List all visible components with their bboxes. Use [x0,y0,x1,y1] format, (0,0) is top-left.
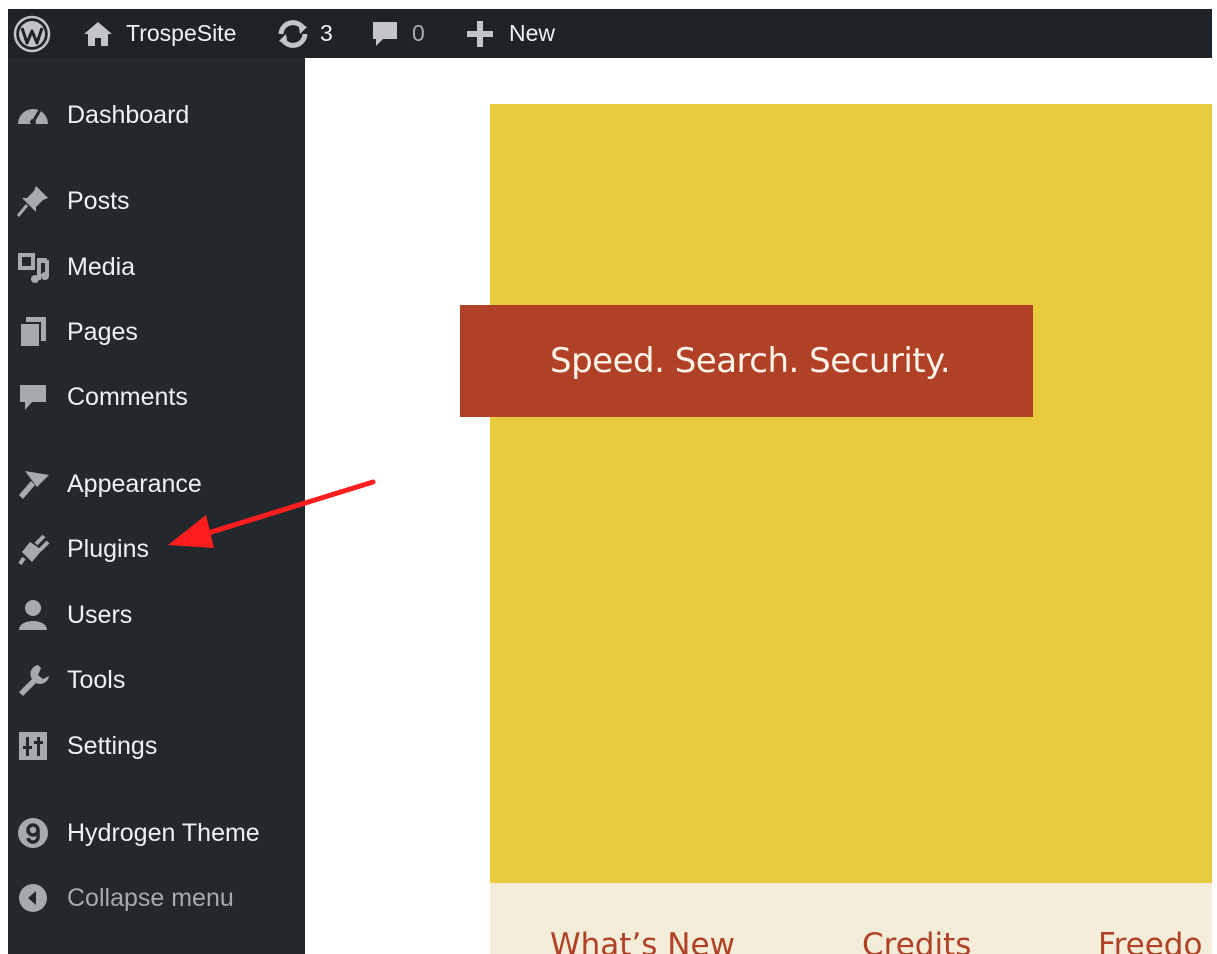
wordpress-logo-icon [13,15,51,52]
sidebar-item-label: Plugins [67,534,149,563]
tab-credits[interactable]: Credits [862,927,971,954]
sidebar-item-comments[interactable]: Comments [8,372,305,422]
sidebar-item-plugins[interactable]: Plugins [8,524,305,574]
sidebar-item-label: Appearance [67,469,202,498]
about-hero-panel [490,104,1212,883]
sidebar-item-label: Hydrogen Theme [67,818,260,847]
about-tabs: What’s New Credits Freedo [490,883,1212,954]
sidebar-item-label: Comments [67,382,188,411]
screenshot-frame-top [0,0,1217,9]
sidebar-item-label: Settings [67,731,158,760]
collapse-menu-button[interactable]: Collapse menu [8,873,305,923]
tab-whats-new[interactable]: What’s New [550,927,735,954]
sidebar-item-label: Posts [67,186,130,215]
new-content-link[interactable]: New [465,9,555,58]
site-name: TrospeSite [126,20,237,46]
updates-icon [278,19,308,48]
comment-bubble-icon [373,21,397,46]
brush-icon [8,459,58,509]
admin-sidebar: Dashboard Posts Media Pages Comments App… [8,58,305,954]
sidebar-item-tools[interactable]: Tools [8,655,305,705]
updates-link[interactable]: 3 [276,9,333,58]
sidebar-item-pages[interactable]: Pages [8,307,305,357]
comments-count: 0 [412,20,425,46]
updates-count: 3 [320,20,333,46]
sidebar-item-label: Media [67,252,136,281]
tab-freedoms[interactable]: Freedo [1098,927,1202,954]
sidebar-item-label: Tools [67,665,126,694]
plug-icon [8,524,58,574]
sidebar-item-dashboard[interactable]: Dashboard [8,90,305,140]
home-icon [84,21,112,46]
banner-text: Speed. Search. Security. [550,341,951,381]
sidebar-item-hydrogen-theme[interactable]: Hydrogen Theme [8,808,305,858]
sidebar-item-settings[interactable]: Settings [8,721,305,771]
sidebar-item-label: Users [67,600,133,629]
comments-link[interactable]: 0 [370,9,425,58]
admin-bar: TrospeSite 3 0 New [8,9,1212,58]
pages-icon [8,307,58,357]
screenshot-frame-right [1212,0,1217,954]
sidebar-item-media[interactable]: Media [8,242,305,292]
dashboard-icon [8,90,58,140]
plus-icon [467,20,493,47]
comment-icon [8,372,58,422]
sidebar-item-label: Pages [67,317,138,346]
sidebar-item-users[interactable]: Users [8,590,305,640]
sidebar-item-label: Collapse menu [67,883,234,912]
new-label: New [509,20,556,46]
hydrogen-icon [8,808,58,858]
wordpress-logo-button[interactable] [12,9,52,58]
screenshot-frame-left [0,0,8,954]
user-icon [8,590,58,640]
sidebar-item-appearance[interactable]: Appearance [8,459,305,509]
sidebar-item-posts[interactable]: Posts [8,176,305,226]
pin-icon [8,176,58,226]
sidebar-item-label: Dashboard [67,100,190,129]
collapse-icon [8,873,58,923]
settings-icon [8,721,58,771]
site-name-link[interactable]: TrospeSite [82,9,236,58]
hero-banner: Speed. Search. Security. [460,305,1033,417]
media-icon [8,242,58,292]
wrench-icon [8,655,58,705]
